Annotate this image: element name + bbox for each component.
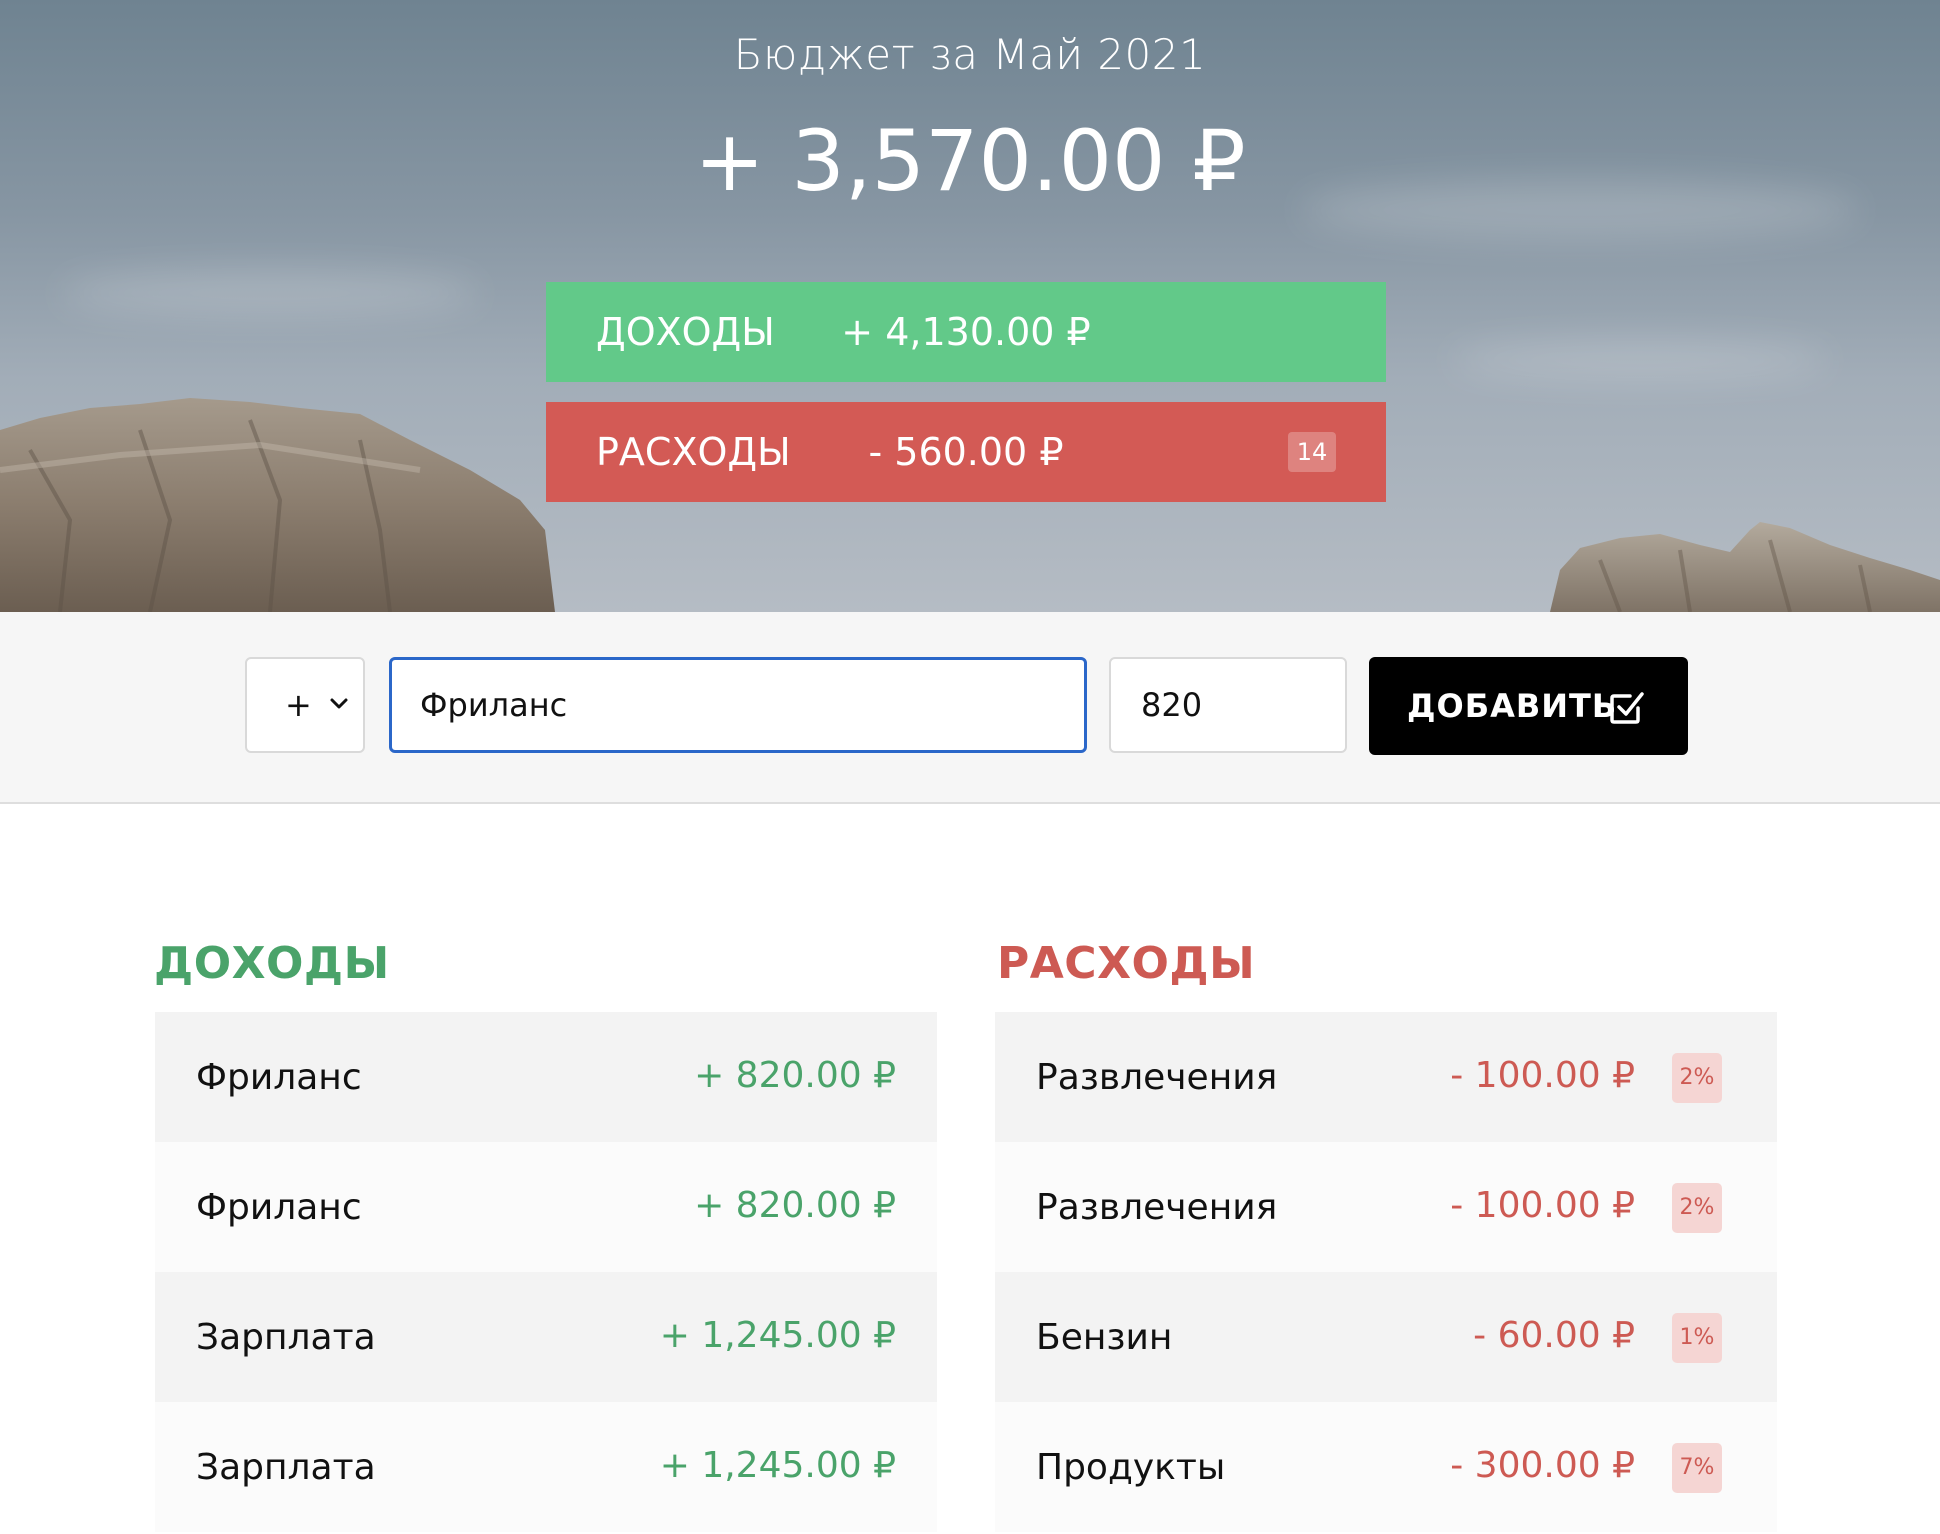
expense-percent-badge: 1% — [1672, 1313, 1722, 1363]
income-item-value: + 820.00 ₽ — [694, 1185, 896, 1226]
expense-summary: РАСХОДЫ - 560.00 ₽ 14 — [546, 402, 1386, 502]
expense-item[interactable]: Продукты - 300.00 ₽ 7% — [995, 1402, 1777, 1532]
income-item-value: + 1,245.00 ₽ — [659, 1315, 896, 1356]
income-item[interactable]: Зарплата + 1,245.00 ₽ — [155, 1272, 937, 1402]
expense-percent-badge: 2% — [1672, 1053, 1722, 1103]
income-summary-value: + 4,130.00 ₽ — [841, 310, 1091, 354]
income-item-value: + 820.00 ₽ — [694, 1055, 896, 1096]
checkbox-edit-icon — [1610, 692, 1644, 724]
income-list: Фриланс + 820.00 ₽ Фриланс + 820.00 ₽ За… — [155, 1012, 937, 1532]
income-item[interactable]: Фриланс + 820.00 ₽ — [155, 1142, 937, 1272]
income-item-description: Фриланс — [196, 1057, 362, 1098]
expense-item[interactable]: Развлечения - 100.00 ₽ 2% — [995, 1142, 1777, 1272]
budget-header: Бюджет за Май 2021 + 3,570.00 ₽ ДОХОДЫ +… — [0, 0, 1940, 612]
expense-item[interactable]: Бензин - 60.00 ₽ 1% — [995, 1272, 1777, 1402]
budget-title: Бюджет за Май 2021 — [733, 30, 1207, 79]
income-item-value: + 1,245.00 ₽ — [659, 1445, 896, 1486]
expense-item-value: - 100.00 ₽ — [1450, 1185, 1635, 1226]
expense-item-description: Бензин — [1036, 1317, 1173, 1358]
income-item[interactable]: Зарплата + 1,245.00 ₽ — [155, 1402, 937, 1532]
expense-item-description: Развлечения — [1036, 1187, 1278, 1228]
expense-list-title: РАСХОДЫ — [997, 938, 1256, 989]
type-select-value: + — [285, 686, 312, 724]
expense-percent-badge: 2% — [1672, 1183, 1722, 1233]
add-button-label: ДОБАВИТЬ — [1407, 687, 1618, 725]
expense-list: Развлечения - 100.00 ₽ 2% Развлечения - … — [995, 1012, 1777, 1532]
expense-item[interactable]: Развлечения - 100.00 ₽ 2% — [995, 1012, 1777, 1142]
income-list-title: ДОХОДЫ — [154, 938, 390, 989]
income-item-description: Фриланс — [196, 1187, 362, 1228]
income-item[interactable]: Фриланс + 820.00 ₽ — [155, 1012, 937, 1142]
expense-item-value: - 100.00 ₽ — [1450, 1055, 1635, 1096]
expense-item-description: Развлечения — [1036, 1057, 1278, 1098]
expense-item-value: - 300.00 ₽ — [1450, 1445, 1635, 1486]
budget-total: + 3,570.00 ₽ — [694, 112, 1246, 210]
expense-percent-badge: 14 — [1288, 432, 1336, 472]
add-entry-form: + Фриланс 820 ДОБАВИТЬ — [0, 612, 1940, 804]
expense-percent-badge: 7% — [1672, 1443, 1722, 1493]
expense-item-value: - 60.00 ₽ — [1473, 1315, 1635, 1356]
amount-input[interactable]: 820 — [1109, 657, 1347, 753]
income-item-description: Зарплата — [196, 1447, 376, 1488]
expense-item-description: Продукты — [1036, 1447, 1226, 1488]
description-input[interactable]: Фриланс — [389, 657, 1087, 753]
chevron-down-icon — [330, 698, 348, 709]
income-item-description: Зарплата — [196, 1317, 376, 1358]
expense-summary-value: - 560.00 ₽ — [868, 430, 1064, 474]
income-summary: ДОХОДЫ + 4,130.00 ₽ — [546, 282, 1386, 382]
add-button[interactable]: ДОБАВИТЬ — [1369, 657, 1688, 755]
type-select[interactable]: + — [245, 657, 365, 753]
